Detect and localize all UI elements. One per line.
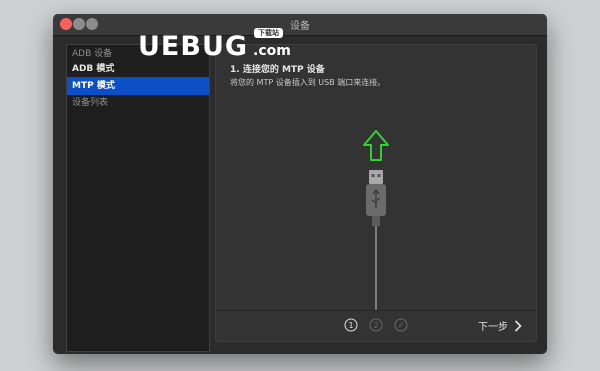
step-indicator-done: ✓ <box>394 318 408 332</box>
next-button[interactable]: 下一步 <box>478 318 522 333</box>
sidebar: ADB 设备 ADB 模式 MTP 模式 设备列表 <box>66 44 210 352</box>
step-indicator-2: 2 <box>369 318 383 332</box>
device-window: 设备 ADB 设备 ADB 模式 MTP 模式 设备列表 1. 连接您的 MTP… <box>53 14 547 354</box>
svg-text:1: 1 <box>348 321 353 330</box>
svg-text:✓: ✓ <box>398 321 405 330</box>
title-bar[interactable]: 设备 <box>53 14 547 36</box>
svg-text:2: 2 <box>373 321 378 330</box>
step-description: 将您的 MTP 设备插入到 USB 端口来连接。 <box>230 78 386 87</box>
main-content: 1. 连接您的 MTP 设备 将您的 MTP 设备插入到 USB 端口来连接。 <box>215 44 537 342</box>
chevron-right-icon <box>514 319 522 332</box>
window-title: 设备 <box>290 21 310 32</box>
watermark-badge: 下载站 <box>254 28 283 38</box>
wizard-footer: 1 2 ✓ 下一步 <box>216 310 536 341</box>
next-label: 下一步 <box>478 322 508 333</box>
watermark-logo: UEBUG .com 下载站 <box>138 28 291 71</box>
sidebar-header-device-list: 设备列表 <box>72 98 109 108</box>
usb-illustration <box>356 130 396 310</box>
watermark-text: UEBUG <box>138 31 249 62</box>
arrow-up-icon <box>363 130 389 161</box>
usb-plug-icon <box>366 170 386 310</box>
sidebar-item-mtp-mode[interactable]: MTP 模式 <box>67 77 209 95</box>
step-indicator-1: 1 <box>344 318 358 332</box>
watermark-suffix: .com <box>253 43 291 59</box>
